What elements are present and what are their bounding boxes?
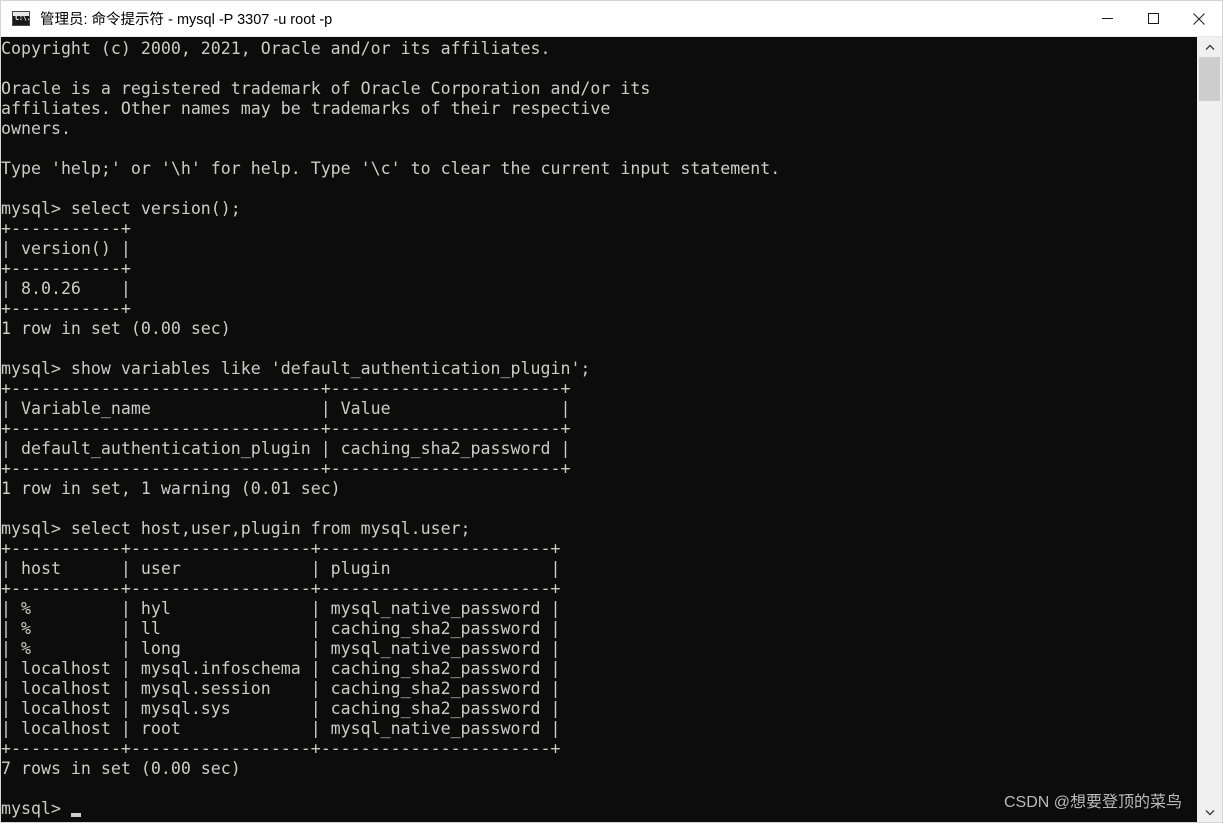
maximize-icon	[1147, 13, 1159, 24]
window-titlebar[interactable]: C:\. 管理员: 命令提示符 - mysql -P 3307 -u root …	[1, 1, 1222, 37]
cmd-console-icon: C:\.	[12, 11, 30, 26]
minimize-icon	[1101, 18, 1113, 19]
close-button[interactable]	[1176, 1, 1222, 37]
window-body: Copyright (c) 2000, 2021, Oracle and/or …	[1, 37, 1222, 822]
terminal-output: Copyright (c) 2000, 2021, Oracle and/or …	[1, 39, 781, 818]
vertical-scrollbar[interactable]	[1196, 37, 1222, 822]
chevron-up-icon	[1205, 44, 1214, 50]
scroll-track[interactable]	[1197, 57, 1222, 802]
window-controls	[1084, 1, 1222, 37]
titlebar-left: C:\. 管理员: 命令提示符 - mysql -P 3307 -u root …	[1, 8, 1084, 29]
scroll-up-arrow[interactable]	[1197, 37, 1222, 57]
console-window: C:\. 管理员: 命令提示符 - mysql -P 3307 -u root …	[0, 0, 1223, 823]
scroll-thumb[interactable]	[1199, 57, 1220, 101]
scroll-down-arrow[interactable]	[1197, 802, 1222, 822]
window-title: 管理员: 命令提示符 - mysql -P 3307 -u root -p	[40, 12, 333, 28]
close-icon	[1193, 12, 1205, 25]
cmd-icon-glyph: C:\.	[15, 14, 30, 22]
maximize-button[interactable]	[1130, 1, 1176, 37]
chevron-down-icon	[1205, 809, 1214, 815]
minimize-button[interactable]	[1084, 1, 1130, 37]
terminal-screen[interactable]: Copyright (c) 2000, 2021, Oracle and/or …	[1, 37, 1196, 822]
terminal-cursor	[70, 813, 81, 817]
csdn-watermark: CSDN @想要登顶的菜鸟	[1003, 794, 1182, 811]
